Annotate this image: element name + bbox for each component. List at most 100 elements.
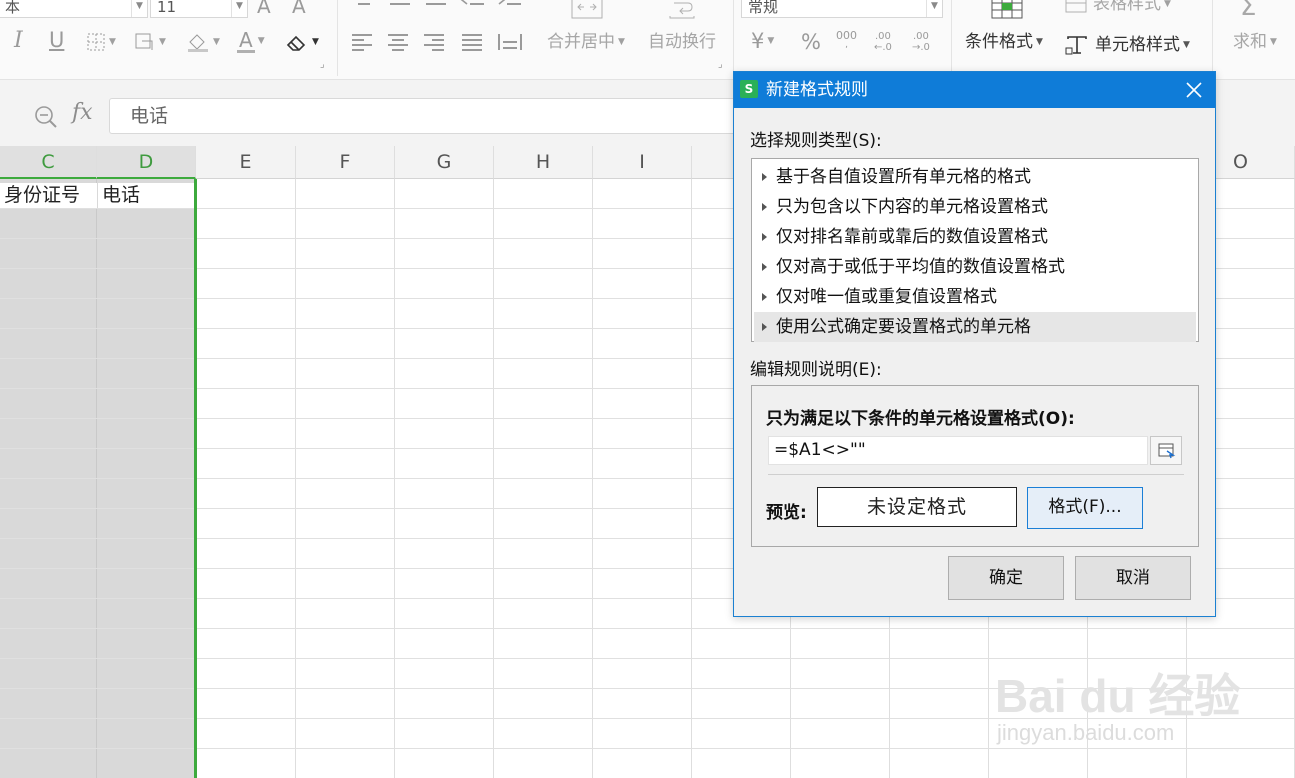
- column-header-e[interactable]: E: [196, 146, 296, 179]
- align-middle-icon[interactable]: [388, 0, 412, 10]
- align-bottom-icon[interactable]: [424, 0, 448, 10]
- dialog-title-bar[interactable]: S 新建格式规则: [734, 72, 1215, 108]
- percent-icon[interactable]: %: [801, 32, 821, 53]
- alignment-dialog-launcher-icon[interactable]: ⌟: [718, 60, 723, 70]
- eraser-icon[interactable]: ▼: [285, 32, 319, 52]
- formula-condition-input[interactable]: =$A1<>"": [768, 436, 1148, 465]
- column-header-i[interactable]: I: [593, 146, 692, 179]
- table-style-button[interactable]: 表格样式 ▼: [1065, 0, 1171, 13]
- formula-input[interactable]: 电话: [109, 98, 749, 134]
- font-name-value: 本: [5, 0, 21, 16]
- rule-type-label-3: 仅对高于或低于平均值的数值设置格式: [776, 257, 1065, 277]
- align-left-icon[interactable]: [350, 32, 374, 52]
- rule-type-item[interactable]: 仅对排名靠前或靠后的数值设置格式: [754, 222, 1196, 252]
- font-size-select[interactable]: 11 ▼: [150, 0, 248, 18]
- dialog-title: 新建格式规则: [766, 80, 868, 100]
- rule-type-label-1: 只为包含以下内容的单元格设置格式: [776, 197, 1048, 217]
- auto-wrap-label: 自动换行: [648, 32, 716, 52]
- column-header-c[interactable]: C: [0, 146, 97, 179]
- rule-type-item[interactable]: 只为包含以下内容的单元格设置格式: [754, 192, 1196, 222]
- font-name-select[interactable]: 本 ▼: [0, 0, 148, 18]
- zoom-magnifier-icon[interactable]: [33, 104, 59, 134]
- number-format-select[interactable]: 常规 ▼: [741, 0, 943, 18]
- rule-type-label-2: 仅对排名靠前或靠后的数值设置格式: [776, 227, 1048, 247]
- distributed-align-icon[interactable]: [497, 32, 523, 52]
- justify-icon[interactable]: [460, 32, 484, 52]
- format-button[interactable]: 格式(F)...: [1027, 487, 1143, 529]
- rule-type-list[interactable]: 基于各自值设置所有单元格的格式 只为包含以下内容的单元格设置格式 仅对排名靠前或…: [751, 158, 1199, 342]
- italic-icon[interactable]: I: [14, 30, 23, 52]
- rule-type-item-selected[interactable]: 使用公式确定要设置格式的单元格: [754, 312, 1196, 342]
- close-icon[interactable]: [1185, 81, 1203, 99]
- format-painter-icon[interactable]: ▼: [134, 32, 166, 52]
- ribbon-divider: [951, 0, 952, 76]
- conditional-format-icon[interactable]: [990, 0, 1024, 20]
- sum-label: 求和: [1233, 32, 1267, 52]
- rule-type-item[interactable]: 仅对唯一值或重复值设置格式: [754, 282, 1196, 312]
- merge-center-label: 合并居中: [547, 32, 615, 52]
- expand-arrow-icon: [762, 173, 767, 181]
- insert-function-button[interactable]: fx: [72, 100, 93, 125]
- spreadsheet-window: 本 ▼ 11 ▼ A A I U ▼ ▼ ▼ A ▼ ▼ ⌟ 合并居中 ▼ 自动…: [0, 0, 1295, 778]
- range-select-button[interactable]: [1150, 436, 1182, 465]
- conditional-format-label: 条件格式: [965, 32, 1033, 52]
- currency-icon[interactable]: ¥ ▼: [751, 31, 774, 52]
- cell-style-button[interactable]: 单元格样式 ▼: [1065, 34, 1190, 56]
- decrease-indent-icon[interactable]: [460, 0, 486, 10]
- rule-type-item[interactable]: 基于各自值设置所有单元格的格式: [754, 162, 1196, 192]
- condition-title: 只为满足以下条件的单元格设置格式(O):: [766, 409, 1075, 429]
- sum-icon[interactable]: Σ: [1240, 0, 1256, 20]
- cell-style-label: 单元格样式: [1095, 34, 1180, 55]
- sum-button[interactable]: 求和 ▼: [1233, 34, 1277, 51]
- cell-c1[interactable]: 身份证号: [0, 183, 97, 208]
- ribbon-divider: [337, 0, 338, 76]
- conditional-format-button[interactable]: 条件格式 ▼: [965, 34, 1043, 51]
- increase-font-icon[interactable]: A: [257, 0, 271, 16]
- watermark-logo: Bai du 经验: [995, 670, 1241, 722]
- merge-center-button[interactable]: 合并居中 ▼: [547, 34, 625, 51]
- increase-decimal-icon[interactable]: .00 ←.0: [874, 31, 892, 53]
- chevron-down-icon: ▼: [231, 0, 247, 17]
- cell-d1[interactable]: 电话: [98, 183, 195, 208]
- edit-rule-label: 编辑规则说明(E):: [750, 360, 882, 380]
- divider: [768, 474, 1184, 475]
- border-icon[interactable]: ▼: [86, 32, 116, 52]
- underline-icon[interactable]: U: [49, 30, 64, 51]
- cancel-button[interactable]: 取消: [1075, 556, 1191, 600]
- merge-center-icon[interactable]: [570, 0, 604, 20]
- auto-wrap-button[interactable]: 自动换行: [648, 34, 716, 51]
- rule-type-label-5: 使用公式确定要设置格式的单元格: [776, 317, 1031, 337]
- column-header-f[interactable]: F: [296, 146, 395, 179]
- column-header-h[interactable]: H: [494, 146, 593, 179]
- decrease-font-icon[interactable]: A: [292, 0, 306, 16]
- ribbon-toolbar: 本 ▼ 11 ▼ A A I U ▼ ▼ ▼ A ▼ ▼ ⌟ 合并居中 ▼ 自动…: [0, 0, 1295, 80]
- format-preview: 未设定格式: [817, 487, 1017, 527]
- align-top-icon[interactable]: [352, 0, 376, 10]
- chevron-down-icon: ▼: [131, 0, 147, 17]
- column-header-d[interactable]: D: [97, 146, 196, 179]
- selection-border: [194, 179, 197, 778]
- fill-color-icon[interactable]: ▼: [186, 32, 220, 52]
- rule-description-panel: 只为满足以下条件的单元格设置格式(O): =$A1<>"" 预览: 未设定格式 …: [751, 385, 1199, 547]
- table-style-label: 表格样式: [1093, 0, 1161, 14]
- column-header-g[interactable]: G: [395, 146, 494, 179]
- align-center-icon[interactable]: [386, 32, 410, 52]
- font-color-icon[interactable]: A ▼: [237, 30, 265, 53]
- increase-indent-icon[interactable]: [497, 0, 523, 10]
- rule-type-label: 选择规则类型(S):: [750, 131, 882, 151]
- align-right-icon[interactable]: [422, 32, 446, 52]
- decrease-decimal-icon[interactable]: .00 →.0: [912, 31, 930, 53]
- auto-wrap-icon[interactable]: [666, 0, 698, 20]
- expand-arrow-icon: [762, 263, 767, 271]
- chevron-down-icon: ▼: [926, 0, 942, 17]
- ribbon-divider: [733, 0, 734, 76]
- thousands-separator-icon[interactable]: 000 ,: [836, 30, 857, 50]
- font-size-value: 11: [157, 0, 177, 16]
- expand-arrow-icon: [762, 233, 767, 241]
- rule-type-item[interactable]: 仅对高于或低于平均值的数值设置格式: [754, 252, 1196, 282]
- decrease-decimal-bottom: →.0: [912, 42, 930, 53]
- font-dialog-launcher-icon[interactable]: ⌟: [320, 60, 325, 70]
- ok-button[interactable]: 确定: [948, 556, 1064, 600]
- rule-type-label-4: 仅对唯一值或重复值设置格式: [776, 287, 997, 307]
- baidu-jingyan-watermark: Bai du 经验 jingyan.baidu.com: [995, 640, 1275, 750]
